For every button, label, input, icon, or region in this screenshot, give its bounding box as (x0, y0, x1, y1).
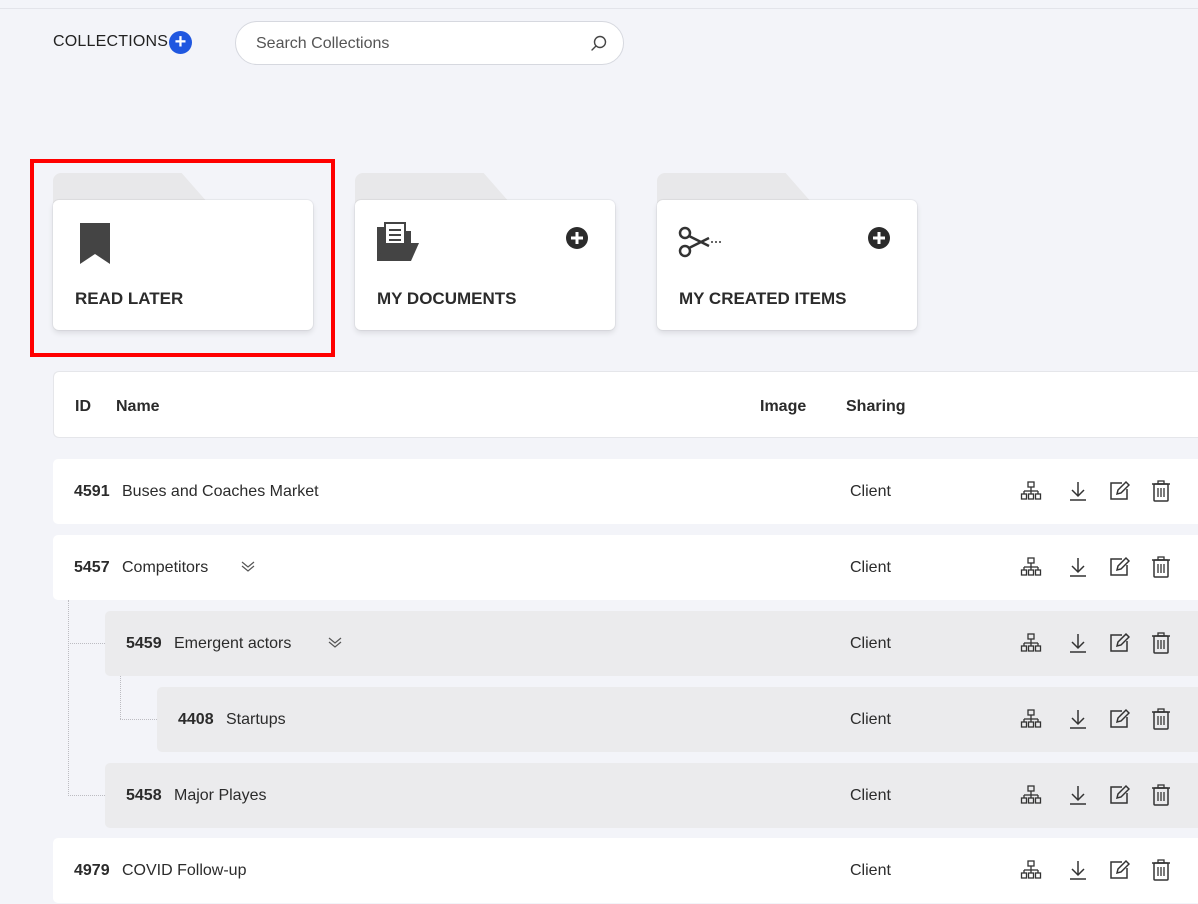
table-row[interactable]: 4979 COVID Follow-up Client (53, 838, 1198, 903)
row-name[interactable]: Major Playes (174, 787, 266, 805)
table-row[interactable]: 4408 Startups Client (157, 687, 1198, 752)
row-sharing: Client (850, 787, 891, 804)
search-box[interactable] (235, 21, 624, 65)
edit-icon[interactable] (1108, 556, 1130, 578)
table-row[interactable]: 4591 Buses and Coaches Market Client (53, 459, 1198, 524)
folder-my-created-items[interactable]: MY CREATED ITEMS (657, 173, 917, 331)
folder-title: MY CREATED ITEMS (679, 289, 847, 308)
add-item-icon[interactable] (868, 227, 890, 249)
table-row[interactable]: 5458 Major Playes Client (105, 763, 1198, 828)
edit-icon[interactable] (1108, 859, 1130, 881)
add-collection-icon[interactable]: + (169, 31, 192, 54)
row-id: 4408 (178, 711, 214, 728)
tree-connector (120, 719, 157, 720)
search-icon[interactable] (589, 34, 609, 54)
delete-icon[interactable] (1150, 859, 1172, 881)
folder-my-documents[interactable]: MY DOCUMENTS (355, 173, 615, 331)
row-name[interactable]: Buses and Coaches Market (122, 483, 319, 501)
download-icon[interactable] (1067, 480, 1089, 502)
row-sharing: Client (850, 559, 891, 576)
highlight-box (30, 159, 335, 357)
row-id: 5457 (74, 559, 110, 576)
edit-icon[interactable] (1108, 708, 1130, 730)
folder-tab (657, 173, 812, 203)
folder-card (355, 200, 615, 330)
hierarchy-icon[interactable] (1020, 632, 1042, 654)
folder-title: MY DOCUMENTS (377, 289, 517, 308)
column-id: ID (75, 398, 91, 415)
delete-icon[interactable] (1150, 708, 1172, 730)
hierarchy-icon[interactable] (1020, 708, 1042, 730)
row-sharing: Client (850, 711, 891, 728)
row-id: 4979 (74, 862, 110, 879)
tree-connector (68, 643, 105, 644)
delete-icon[interactable] (1150, 632, 1172, 654)
download-icon[interactable] (1067, 708, 1089, 730)
edit-icon[interactable] (1108, 480, 1130, 502)
hierarchy-icon[interactable] (1020, 480, 1042, 502)
collections-label: COLLECTIONS (53, 33, 169, 50)
row-id: 4591 (74, 483, 110, 500)
row-name[interactable]: COVID Follow-up (122, 862, 246, 880)
tree-connector (120, 676, 121, 719)
download-icon[interactable] (1067, 632, 1089, 654)
edit-icon[interactable] (1108, 784, 1130, 806)
edit-icon[interactable] (1108, 632, 1130, 654)
hierarchy-icon[interactable] (1020, 784, 1042, 806)
hierarchy-icon[interactable] (1020, 859, 1042, 881)
download-icon[interactable] (1067, 784, 1089, 806)
delete-icon[interactable] (1150, 556, 1172, 578)
column-sharing: Sharing (846, 398, 906, 415)
column-image: Image (760, 398, 807, 415)
row-name[interactable]: Competitors (122, 559, 208, 577)
chevron-down-icon[interactable] (327, 634, 343, 650)
add-document-icon[interactable] (566, 227, 588, 249)
folder-card (657, 200, 917, 330)
table-header: ID Name Image Sharing (53, 371, 1198, 438)
row-sharing: Client (850, 635, 891, 652)
delete-icon[interactable] (1150, 784, 1172, 806)
table-row[interactable]: 5459 Emergent actors Client (105, 611, 1198, 676)
row-sharing: Client (850, 483, 891, 500)
table-row[interactable]: 5457 Competitors Client (53, 535, 1198, 600)
tree-connector (68, 795, 105, 796)
search-input[interactable] (256, 33, 576, 55)
row-name[interactable]: Emergent actors (174, 635, 291, 653)
delete-icon[interactable] (1150, 480, 1172, 502)
row-sharing: Client (850, 862, 891, 879)
download-icon[interactable] (1067, 556, 1089, 578)
row-name[interactable]: Startups (226, 711, 286, 729)
top-divider (0, 8, 1198, 9)
row-id: 5459 (126, 635, 162, 652)
chevron-down-icon[interactable] (240, 558, 256, 574)
tree-connector (68, 600, 69, 796)
folder-tab (355, 173, 510, 203)
hierarchy-icon[interactable] (1020, 556, 1042, 578)
folder-document-icon (377, 222, 419, 261)
scissors-icon (678, 226, 723, 258)
row-id: 5458 (126, 787, 162, 804)
download-icon[interactable] (1067, 859, 1089, 881)
column-name: Name (116, 398, 160, 415)
